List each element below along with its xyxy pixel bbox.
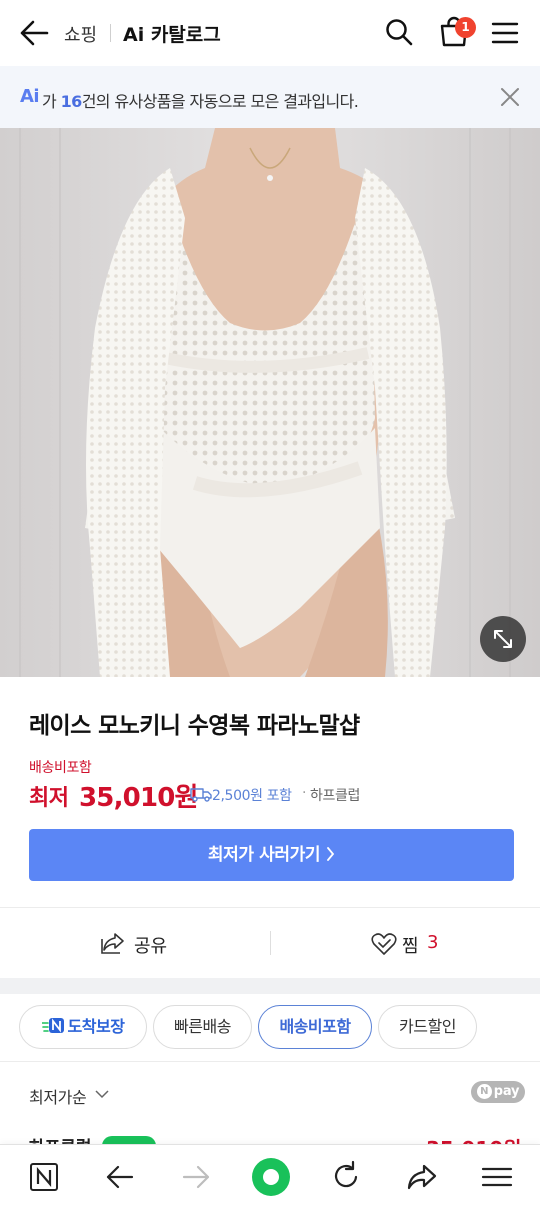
- share-icon: [407, 1164, 437, 1190]
- cart-count-badge: 1: [455, 17, 476, 38]
- filter-chip-label: 카드할인: [399, 1017, 456, 1036]
- naver-home-button[interactable]: [26, 1159, 62, 1195]
- buy-button-label: 최저가 사러가기: [207, 845, 321, 865]
- search-icon: [386, 19, 413, 46]
- arrow-left-icon: [20, 20, 49, 46]
- wishlist-count: 3: [427, 932, 439, 953]
- back-arrow-icon: [106, 1165, 134, 1189]
- lowest-price: 35,010원: [79, 783, 198, 813]
- ai-logo: Ai: [20, 86, 40, 107]
- product-title: 레이스 모노키니 수영복 파라노말샵: [29, 713, 360, 739]
- separator-dot: ·: [302, 785, 307, 801]
- back-button[interactable]: [16, 15, 52, 51]
- section-gap: [0, 978, 540, 994]
- breadcrumb-ai-catalog[interactable]: Ai 카탈로그: [123, 20, 221, 47]
- forward-arrow-icon: [182, 1165, 210, 1189]
- heart-check-icon: [371, 932, 397, 956]
- ai-banner-text: 가 16건의 유사상품을 자동으로 모은 결과입니다.: [42, 88, 359, 112]
- filter-chip-arrival-guarantee[interactable]: 도착보장: [19, 1005, 147, 1049]
- browser-forward-button[interactable]: [178, 1159, 214, 1195]
- wishlist-label: 찜: [402, 936, 419, 957]
- sort-dropdown[interactable]: 최저가순: [29, 1084, 87, 1108]
- menu-button[interactable]: [490, 18, 520, 48]
- refresh-button[interactable]: [328, 1159, 364, 1195]
- filter-chip-label: 배송비포함: [279, 1017, 351, 1036]
- zoom-button[interactable]: [480, 616, 526, 662]
- filter-chip-card-discount[interactable]: 카드할인: [378, 1005, 477, 1049]
- shipping-included-label: 배송비포함: [29, 760, 92, 776]
- swimsuit-model-photo: [0, 128, 540, 677]
- filter-chip-shipping-included[interactable]: 배송비포함: [258, 1005, 372, 1049]
- browser-menu-button[interactable]: [479, 1159, 515, 1195]
- menu-icon: [481, 1167, 513, 1187]
- breadcrumb-shopping[interactable]: 쇼핑: [64, 21, 97, 47]
- chevron-down-icon[interactable]: [95, 1089, 109, 1099]
- seller-name[interactable]: 하프클럽: [310, 785, 360, 805]
- product-image[interactable]: [0, 128, 540, 677]
- browser-bottom-bar: [0, 1144, 540, 1210]
- filter-chip-label: 도착보장: [67, 1017, 125, 1036]
- share-icon: [100, 931, 126, 955]
- npay-filter-badge[interactable]: Npay: [471, 1081, 525, 1103]
- green-dot-icon: [252, 1158, 290, 1196]
- lowest-price-prefix: 최저: [29, 786, 69, 811]
- search-button[interactable]: [383, 16, 415, 48]
- top-header: 쇼핑 Ai 카탈로그 1: [0, 0, 540, 66]
- naver-home-icon: [30, 1163, 58, 1191]
- browser-back-button[interactable]: [102, 1159, 138, 1195]
- shipping-fee: 2,500원 포함: [212, 788, 292, 804]
- delivery-n-icon: [41, 1017, 64, 1035]
- banner-close-button[interactable]: [498, 85, 522, 109]
- green-dot-button[interactable]: [251, 1157, 291, 1197]
- ai-similar-banner: Ai 가 16건의 유사상품을 자동으로 모은 결과입니다.: [0, 66, 540, 128]
- ai-banner-text-after: 건의 유사상품을 자동으로 모은 결과입니다.: [81, 92, 359, 111]
- npay-label: pay: [493, 1084, 520, 1099]
- filter-chip-fast-delivery[interactable]: 빠른배송: [153, 1005, 252, 1049]
- ai-banner-text-before: 가: [42, 92, 61, 111]
- refresh-icon: [335, 1160, 358, 1188]
- truck-icon: [190, 786, 212, 802]
- expand-icon: [494, 630, 512, 648]
- share-label: 공유: [134, 936, 168, 957]
- filter-chip-label: 빠른배송: [174, 1017, 231, 1036]
- divider: [0, 1061, 540, 1062]
- breadcrumb-separator: [110, 24, 111, 42]
- share-page-button[interactable]: [404, 1159, 440, 1195]
- wishlist-button[interactable]: 찜 3: [271, 908, 540, 978]
- hamburger-menu-icon: [491, 22, 519, 44]
- chevron-right-icon: [326, 829, 335, 881]
- npay-n-icon: N: [476, 1084, 492, 1099]
- close-icon: [501, 88, 519, 106]
- share-button[interactable]: 공유: [0, 908, 270, 978]
- buy-lowest-price-button[interactable]: 최저가 사러가기: [29, 829, 514, 881]
- ai-logo-text: Ai: [20, 86, 40, 107]
- similar-count: 16: [60, 92, 83, 111]
